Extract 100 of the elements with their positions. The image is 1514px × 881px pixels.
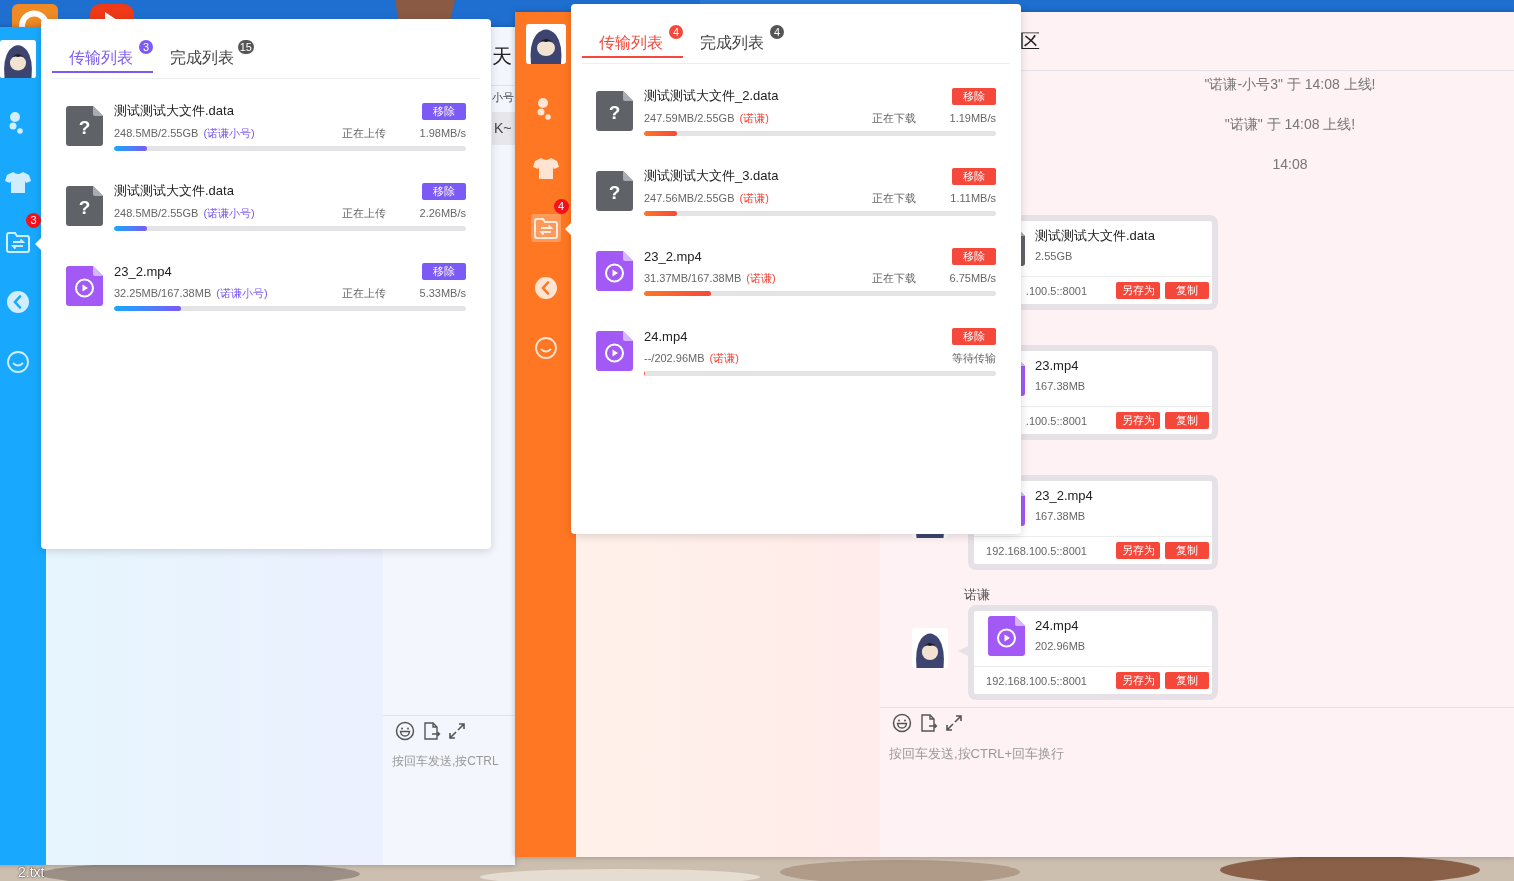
unknown-file-icon: ? xyxy=(596,171,633,211)
message-input[interactable]: 按回车发送,按CTRL xyxy=(392,751,503,771)
file-export-icon[interactable] xyxy=(918,713,938,733)
transfer-status: 等待传输 xyxy=(952,350,996,366)
transfer-speed: 2.26MB/s xyxy=(418,207,466,219)
count-badge: 4 xyxy=(553,199,569,214)
transfer-size: 247.56MB/2.55GB xyxy=(644,192,735,204)
system-notice: 14:08 xyxy=(1271,155,1309,173)
user-name: (诺谦小号) xyxy=(203,205,255,221)
system-notice: "诺谦" 于 14:08 上线! xyxy=(1223,115,1357,133)
file-size: 167.38MB xyxy=(1035,509,1087,524)
remove-button[interactable]: 移除 xyxy=(952,247,996,265)
file-size: 202.96MB xyxy=(1035,639,1086,654)
shirt-icon xyxy=(532,155,559,181)
avatar xyxy=(525,24,566,64)
chat-title: 区 xyxy=(1020,28,1040,54)
tab[interactable]: 传输列表 3 xyxy=(52,39,153,73)
video-file-icon xyxy=(988,616,1025,656)
back-icon xyxy=(5,289,31,315)
count-badge: 4 xyxy=(669,25,683,39)
user-name: (诺谦小号) xyxy=(203,125,255,141)
file-name: 23.mp4 xyxy=(1035,357,1080,375)
remove-button[interactable]: 移除 xyxy=(422,102,466,120)
unknown-file-icon: ? xyxy=(66,106,103,146)
count-badge: 15 xyxy=(237,40,254,54)
action-button[interactable]: 另存为 xyxy=(1116,412,1160,429)
file-name: 测试测试大文件.data xyxy=(114,102,235,120)
file-name: 测试测试大文件_3.data xyxy=(644,167,780,185)
file-name: 23_2.mp4 xyxy=(1035,487,1093,505)
transfer-size: 32.25MB/167.38MB xyxy=(114,287,212,299)
user-name: (诺谦) xyxy=(739,190,769,206)
action-button[interactable]: 另存为 xyxy=(1116,542,1160,559)
chat-title: 天 xyxy=(492,43,512,69)
smiley-icon xyxy=(5,349,31,375)
file-name: 24.mp4 xyxy=(1035,617,1080,635)
transfer-speed: 1.11MB/s xyxy=(949,192,996,204)
transfer-status: 正在下载 xyxy=(872,190,916,206)
transfer-status: 正在上传 xyxy=(342,205,386,221)
transfer-speed: 6.75MB/s xyxy=(948,272,996,284)
avatar xyxy=(0,40,36,78)
transfer-status: 正在下载 xyxy=(872,110,916,126)
file-name: 24.mp4 xyxy=(644,328,689,344)
file-name: 23_2.mp4 xyxy=(114,263,173,279)
tab[interactable]: 完成列表 15 xyxy=(153,39,254,73)
transfer-size: 247.59MB/2.55GB xyxy=(644,112,735,124)
action-button[interactable]: 另存为 xyxy=(1116,282,1160,299)
file-name: 测试测试大文件.data xyxy=(114,182,235,200)
transfer-status: 正在下载 xyxy=(872,270,916,286)
transfer-speed: 1.98MB/s xyxy=(418,127,466,139)
remove-button[interactable]: 移除 xyxy=(952,327,996,345)
transfer-speed: 1.19MB/s xyxy=(948,112,996,124)
server-address: 192.168.100.5::8001 xyxy=(985,674,1087,687)
tab[interactable]: 传输列表 4 xyxy=(582,24,683,58)
tab[interactable]: 完成列表 4 xyxy=(683,24,784,58)
server-address: 192.168.100.5::8001 xyxy=(985,544,1087,557)
sidebar-item[interactable] xyxy=(530,214,561,242)
sender-name: 诺谦 xyxy=(964,587,990,602)
transfer-speed: 5.33MB/s xyxy=(418,287,466,299)
transfer-size: 31.37MB/167.38MB xyxy=(644,272,742,284)
video-file-icon xyxy=(66,266,103,306)
action-button[interactable]: 复制 xyxy=(1165,542,1209,559)
unknown-file-icon: ? xyxy=(596,91,633,131)
expand-icon[interactable] xyxy=(944,713,964,733)
user-name: (诺谦小号) xyxy=(216,285,268,301)
server-address: .100.5::8001 xyxy=(1024,284,1087,297)
message-input[interactable]: 按回车发送,按CTRL+回车换行 xyxy=(889,743,1502,763)
remove-button[interactable]: 移除 xyxy=(952,167,996,185)
folder-transfer-icon xyxy=(532,215,559,241)
action-button[interactable]: 复制 xyxy=(1165,412,1209,429)
action-button[interactable]: 复制 xyxy=(1165,672,1209,689)
smiley-icon[interactable] xyxy=(395,721,415,741)
file-name: 测试测试大文件_2.data xyxy=(644,87,780,105)
remove-button[interactable]: 移除 xyxy=(422,262,466,280)
expand-icon[interactable] xyxy=(447,721,467,741)
transfer-size: 248.5MB/2.55GB xyxy=(114,207,199,219)
user-name: (诺谦) xyxy=(739,110,769,126)
file-name: 23_2.mp4 xyxy=(644,248,703,264)
transfer-size: --/202.96MB xyxy=(644,352,705,364)
transfer-size: 248.5MB/2.55GB xyxy=(114,127,199,139)
user-name: (诺谦) xyxy=(746,270,776,286)
count-badge: 3 xyxy=(139,40,153,54)
file-size: 167.38MB xyxy=(1035,379,1086,394)
remove-button[interactable]: 移除 xyxy=(952,87,996,105)
remove-button[interactable]: 移除 xyxy=(422,182,466,200)
user-name: (诺谦) xyxy=(709,350,739,366)
smiley-icon[interactable] xyxy=(892,713,912,733)
count-badge: 4 xyxy=(770,25,784,39)
unknown-file-icon: ? xyxy=(66,186,103,226)
file-size: 2.55GB xyxy=(1035,249,1074,264)
video-file-icon xyxy=(596,251,633,291)
count-badge: 3 xyxy=(26,213,41,228)
server-address: .100.5::8001 xyxy=(1024,414,1087,427)
action-button[interactable]: 复制 xyxy=(1165,282,1209,299)
preview-line[interactable]: 小号 xyxy=(492,86,515,106)
smiley-icon xyxy=(532,335,559,361)
file-export-icon[interactable] xyxy=(421,721,441,741)
action-button[interactable]: 另存为 xyxy=(1116,672,1160,689)
shirt-icon xyxy=(5,169,31,195)
video-file-icon xyxy=(596,331,633,371)
file-name: 测试测试大文件.data xyxy=(1035,227,1155,245)
